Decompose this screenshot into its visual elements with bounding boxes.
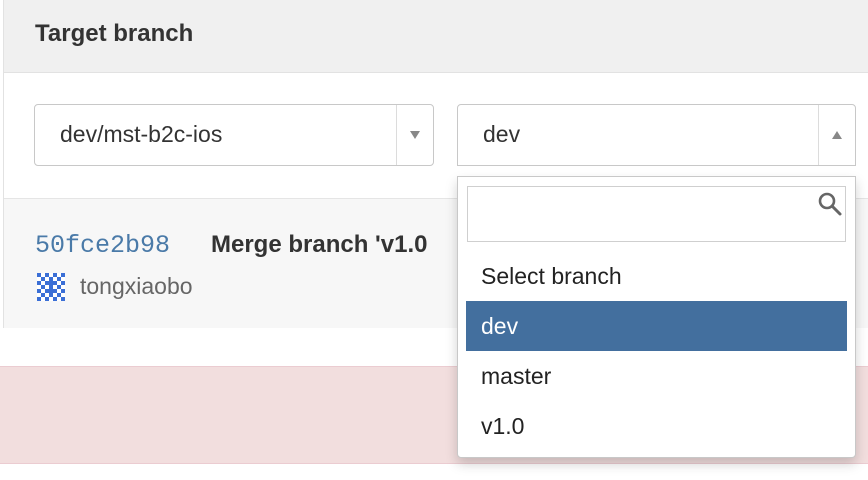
- avatar: [37, 273, 65, 301]
- branch-option[interactable]: Select branch: [466, 251, 847, 301]
- target-branch-select[interactable]: dev: [457, 104, 856, 166]
- branch-option-list: Select branch dev master v1.0: [466, 251, 847, 451]
- branch-dropdown: Select branch dev master v1.0: [457, 176, 856, 458]
- branch-search-input[interactable]: [467, 186, 846, 242]
- branch-option[interactable]: master: [466, 351, 847, 401]
- panel-title: Target branch: [35, 20, 194, 47]
- source-branch-value: dev/mst-b2c-ios: [60, 121, 223, 147]
- search-icon: [818, 192, 842, 216]
- author-name[interactable]: tongxiaobo: [80, 273, 193, 300]
- panel-header: Target branch: [4, 0, 868, 73]
- target-branch-toggle[interactable]: [818, 105, 855, 165]
- page: Target branch 50fce2b98 Merge branch 'v1…: [0, 0, 868, 480]
- commit-sha-link[interactable]: 50fce2b98: [35, 231, 170, 260]
- branch-option[interactable]: dev: [466, 301, 847, 351]
- source-branch-select[interactable]: dev/mst-b2c-ios: [34, 104, 434, 166]
- target-branch-value: dev: [483, 121, 521, 147]
- source-branch-toggle[interactable]: [396, 105, 433, 165]
- branch-option[interactable]: v1.0: [466, 401, 847, 451]
- chevron-down-icon: [410, 131, 420, 139]
- commit-message: Merge branch 'v1.0: [211, 231, 428, 258]
- chevron-up-icon: [832, 131, 842, 139]
